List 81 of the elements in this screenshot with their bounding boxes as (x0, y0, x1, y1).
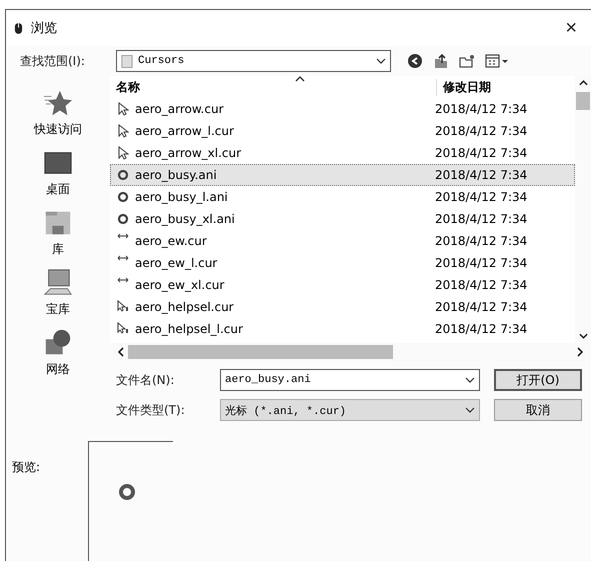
ring-icon (117, 212, 129, 226)
double-arrow-icon (117, 276, 129, 284)
sidebar-item[interactable]: 桌面 (43, 148, 73, 198)
sidebar-item[interactable]: 快速访问 (34, 88, 82, 138)
scroll-left-icon[interactable] (118, 347, 124, 357)
modified-date: 2018/4/12 7:34 (435, 102, 528, 116)
arrow-cursor-icon (117, 102, 129, 116)
modified-date: 2018/4/12 7:34 (435, 124, 528, 138)
file-name: aero_busy.ani (135, 168, 218, 182)
help-cursor-icon (117, 300, 129, 314)
look-in-dropdown[interactable]: Cursors (116, 50, 391, 72)
new-folder-icon[interactable] (459, 53, 475, 69)
file-row[interactable]: aero_helpsel.cur 2018/4/12 7:34 (110, 296, 575, 318)
sidebar-item[interactable]: 库 (43, 208, 73, 258)
file-name: aero_ew_l.cur (135, 256, 218, 270)
file-name-field[interactable]: aero_busy.ani (220, 369, 480, 391)
file-type-dropdown[interactable]: 光标 (*.ani, *.cur) (220, 399, 480, 421)
ring-icon (117, 190, 129, 204)
file-name: aero_helpsel_l.cur (135, 322, 244, 336)
sidebar-item[interactable]: 网络 (43, 328, 73, 378)
horizontal-scrollbar[interactable] (110, 343, 591, 361)
scroll-right-icon[interactable] (577, 347, 583, 357)
chevron-down-icon (465, 377, 475, 383)
file-row[interactable]: aero_busy.ani 2018/4/12 7:34 (110, 164, 575, 186)
modified-date: 2018/4/12 7:34 (435, 322, 528, 336)
modified-date: 2018/4/12 7:34 (435, 300, 528, 314)
file-name: aero_arrow_xl.cur (135, 146, 242, 160)
file-row[interactable]: aero_arrow_l.cur 2018/4/12 7:34 (110, 120, 575, 142)
ring-icon (117, 482, 137, 502)
open-button[interactable]: 打开(O) (494, 369, 582, 391)
file-row[interactable]: aero_ew.cur 2018/4/12 7:34 (110, 230, 575, 252)
scroll-up-icon[interactable] (578, 80, 588, 86)
column-header[interactable]: 名称 (110, 78, 436, 96)
modified-date: 2018/4/12 7:34 (435, 278, 528, 292)
file-row[interactable]: aero_helpsel_l.cur 2018/4/12 7:34 (110, 318, 575, 340)
up-folder-icon[interactable] (433, 53, 449, 69)
modified-date: 2018/4/12 7:34 (435, 256, 528, 270)
folder-icon (121, 54, 133, 68)
arrow-cursor-icon (117, 124, 129, 138)
sidebar-item[interactable]: 宝库 (43, 268, 73, 318)
arrow-cursor-icon (117, 146, 129, 160)
preview-label: 预览: (12, 459, 42, 476)
modified-date: 2018/4/12 7:34 (435, 190, 528, 204)
scroll-thumb[interactable] (128, 345, 393, 359)
file-row[interactable]: aero_ew_xl.cur 2018/4/12 7:34 (110, 274, 575, 296)
star-icon (43, 88, 73, 118)
file-name: aero_arrow.cur (135, 102, 224, 116)
modified-date: 2018/4/12 7:34 (435, 146, 528, 160)
file-name: aero_helpsel.cur (135, 300, 235, 314)
cancel-button[interactable]: 取消 (494, 399, 582, 421)
chevron-down-icon (465, 407, 475, 413)
sort-caret-icon (295, 76, 305, 82)
modified-date: 2018/4/12 7:34 (435, 212, 528, 226)
back-icon[interactable] (407, 53, 423, 69)
file-row[interactable]: aero_ew_l.cur 2018/4/12 7:34 (110, 252, 575, 274)
file-row[interactable]: aero_busy_l.ani 2018/4/12 7:34 (110, 186, 575, 208)
mouse-icon (14, 22, 23, 34)
file-name: aero_ew_xl.cur (135, 278, 226, 292)
close-button[interactable]: × (559, 16, 583, 40)
file-name: aero_busy_l.ani (135, 190, 229, 204)
double-arrow-icon (117, 232, 129, 240)
double-arrow-icon (117, 254, 129, 262)
modified-date: 2018/4/12 7:34 (435, 168, 528, 182)
file-row[interactable]: aero_arrow_xl.cur 2018/4/12 7:34 (110, 142, 575, 164)
file-row[interactable]: aero_arrow.cur 2018/4/12 7:34 (110, 98, 575, 120)
column-header[interactable]: 修改日期 (436, 78, 491, 96)
scroll-down-icon[interactable] (578, 333, 588, 339)
chevron-down-icon (376, 58, 386, 64)
view-menu-icon[interactable] (485, 53, 509, 69)
window-title: 浏览 (31, 20, 58, 37)
file-name: aero_busy_xl.ani (135, 212, 236, 226)
scroll-thumb[interactable] (576, 92, 590, 110)
file-name: aero_arrow_l.cur (135, 124, 235, 138)
file-row[interactable]: aero_busy_xl.ani 2018/4/12 7:34 (110, 208, 575, 230)
look-in-label: 查找范围(I): (20, 52, 86, 70)
file-name: aero_ew.cur (135, 234, 208, 248)
modified-date: 2018/4/12 7:34 (435, 234, 528, 248)
help-cursor-icon (117, 322, 129, 336)
file-type-label: 文件类型(T): (116, 402, 186, 418)
file-name-label: 文件名(N): (116, 372, 176, 388)
ring-icon (117, 168, 129, 182)
